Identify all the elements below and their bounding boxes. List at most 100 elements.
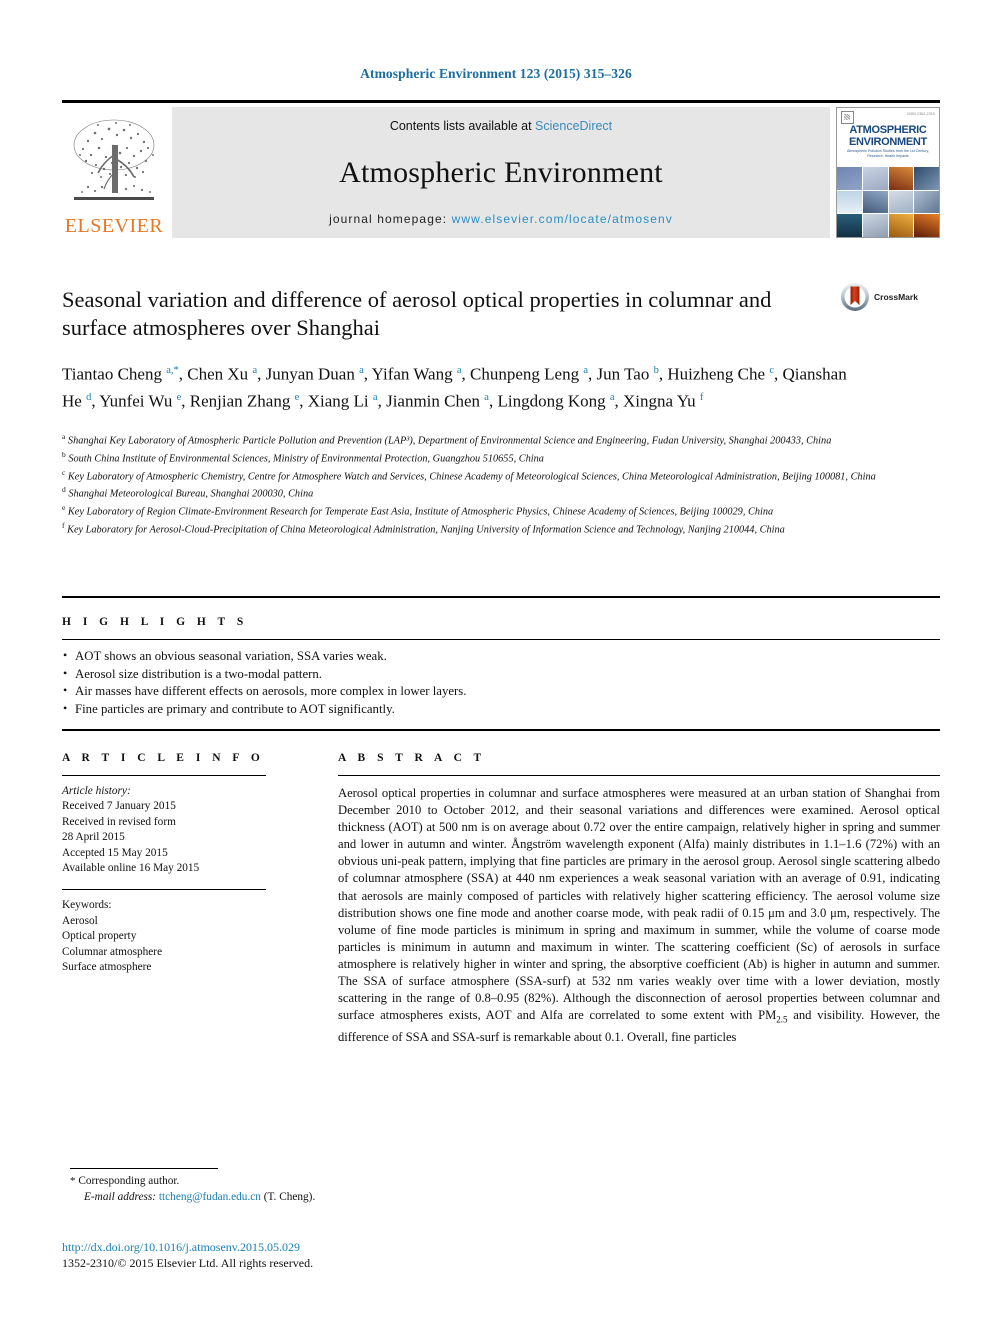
- cover-cell: [837, 167, 862, 190]
- cover-cell: [914, 214, 939, 237]
- journal-article-first-page: Atmospheric Environment 123 (2015) 315–3…: [0, 0, 992, 1323]
- author-name: Chunpeng Leng: [470, 364, 584, 384]
- keyword-item: Optical property: [62, 930, 137, 943]
- article-history-lines: Received 7 January 2015 Received in revis…: [62, 799, 266, 876]
- title-block: Seasonal variation and difference of aer…: [62, 286, 847, 412]
- affiliation-text: Shanghai Meteorological Bureau, Shanghai…: [65, 488, 314, 500]
- cover-elsevier-mark-icon: [841, 111, 854, 124]
- author-affiliation-mark: e: [294, 391, 300, 403]
- page-title: Seasonal variation and difference of aer…: [62, 287, 772, 340]
- author-name: Jianmin Chen: [386, 391, 485, 411]
- author-list: Tiantao Cheng a,*, Chen Xu a, Junyan Dua…: [62, 364, 847, 411]
- cover-title-line1: ATMOSPHERIC: [849, 124, 927, 136]
- affiliation-text: Shanghai Key Laboratory of Atmospheric P…: [65, 435, 832, 447]
- author-name: Jun Tao: [596, 364, 654, 384]
- cover-cell: [888, 167, 914, 190]
- affiliation-text: Key Laboratory of Region Climate-Environ…: [65, 506, 774, 518]
- cover-subtitle: Atmospheric Pollution Studies from the 1…: [846, 149, 930, 158]
- article-history-line: Received 7 January 2015: [62, 800, 176, 813]
- author-affiliation-mark: a: [456, 365, 462, 376]
- abstract-divider: [338, 775, 940, 776]
- highlights-heading: H I G H L I G H T S: [62, 616, 248, 628]
- corresponding-author-note: * Corresponding author. E-mail address: …: [70, 1174, 550, 1205]
- email-line: E-mail address: ttcheng@fudan.edu.cn (T.…: [70, 1190, 550, 1206]
- affiliation-entry: a Shanghai Key Laboratory of Atmospheric…: [62, 430, 932, 448]
- author-affiliation-mark: d: [86, 391, 92, 403]
- contents-prefix: Contents lists available at: [389, 119, 536, 133]
- affiliation-text: Key Laboratory of Atmospheric Chemistry,…: [65, 471, 876, 483]
- author-affiliation-mark: e: [176, 391, 182, 403]
- running-head: Atmospheric Environment 123 (2015) 315–3…: [360, 66, 632, 81]
- author-name: Junyan Duan: [265, 364, 360, 384]
- author-affiliation-mark: a,*: [166, 365, 179, 376]
- highlight-item: Air masses have different effects on aer…: [62, 682, 940, 701]
- cover-cell: [914, 190, 939, 214]
- author-affiliation-mark: a: [583, 365, 589, 376]
- author-affiliation-mark: c: [769, 365, 774, 376]
- cover-corner-note: ISSN 1352-2310: [907, 112, 935, 116]
- elsevier-tree-icon: [73, 119, 155, 200]
- crossmark-badge[interactable]: CrossMark: [840, 282, 918, 312]
- cover-cell: [837, 214, 862, 237]
- cover-cell: [888, 190, 914, 214]
- doi-link[interactable]: http://dx.doi.org/10.1016/j.atmosenv.201…: [62, 1240, 300, 1254]
- crossmark-icon: [841, 283, 869, 311]
- author-name: Chen Xu: [187, 364, 253, 384]
- author-name: Xiang Li: [307, 391, 373, 411]
- abstract-subscript: 2.5: [776, 1014, 788, 1025]
- journal-name: Atmospheric Environment: [339, 155, 663, 189]
- elsevier-logo: ELSEVIER: [62, 107, 166, 238]
- sciencedirect-link[interactable]: ScienceDirect: [535, 119, 612, 133]
- corresponding-label: Corresponding author.: [78, 1175, 180, 1187]
- contents-line: Contents lists available at ScienceDirec…: [390, 119, 612, 133]
- cover-cell: [837, 190, 862, 214]
- affiliation-entry: f Key Laboratory for Aerosol-Cloud-Preci…: [62, 519, 932, 537]
- article-info-section: A R T I C L E I N F O Article history: R…: [62, 752, 266, 975]
- article-history: Article history: Received 7 January 2015…: [62, 784, 266, 876]
- article-history-line: Available online 16 May 2015: [62, 862, 200, 875]
- article-history-line: 28 April 2015: [62, 831, 125, 844]
- highlight-item: Fine particles are primary and contribut…: [62, 700, 940, 719]
- cover-photo-grid: [837, 167, 939, 237]
- author-name: Tiantao Cheng: [62, 364, 167, 384]
- keywords-divider: [62, 889, 266, 891]
- affiliation-entry: b South China Institute of Environmental…: [62, 448, 932, 466]
- abstract-section: A B S T R A C T Aerosol optical properti…: [338, 752, 940, 1059]
- abstract-text: Aerosol optical properties in columnar a…: [338, 786, 940, 1044]
- author-affiliation-mark: a: [609, 391, 615, 403]
- affiliation-entry: c Key Laboratory of Atmospheric Chemistr…: [62, 466, 932, 484]
- cover-cell: [888, 214, 914, 237]
- author-email-link[interactable]: ttcheng@fudan.edu.cn: [159, 1191, 261, 1203]
- journal-band: Contents lists available at ScienceDirec…: [172, 107, 830, 238]
- author-affiliation-mark: a: [252, 365, 258, 376]
- affiliation-entry: e Key Laboratory of Region Climate-Envir…: [62, 501, 932, 519]
- journal-homepage-link[interactable]: www.elsevier.com/locate/atmosenv: [452, 212, 673, 226]
- journal-cover-thumbnail: ISSN 1352-2310 ATMOSPHERIC ENVIRONMENT A…: [836, 107, 940, 238]
- corresponding-star: *: [70, 1175, 76, 1187]
- author-name: Yifan Wang: [371, 364, 457, 384]
- journal-homepage-line: journal homepage: www.elsevier.com/locat…: [329, 212, 673, 226]
- author-affiliation-mark: f: [699, 391, 704, 403]
- cover-cell: [914, 167, 939, 190]
- author-affiliation-mark: a: [359, 365, 364, 376]
- footnote-divider: [70, 1168, 218, 1169]
- affiliation-text: South China Institute of Environmental S…: [65, 453, 544, 465]
- keyword-item: Surface atmosphere: [62, 961, 152, 974]
- article-history-label: Article history:: [62, 785, 131, 797]
- crossmark-label: CrossMark: [874, 292, 918, 302]
- journal-masthead: ELSEVIER Contents lists available at Sci…: [62, 100, 940, 238]
- affiliation-text: Key Laboratory for Aerosol-Cloud-Precipi…: [64, 524, 785, 536]
- elsevier-wordmark: ELSEVIER: [64, 215, 164, 237]
- keyword-item: Columnar atmosphere: [62, 945, 163, 958]
- keywords-block: Keywords: Aerosol Optical property Columna…: [62, 898, 266, 975]
- author-affiliation-mark: a: [372, 391, 378, 403]
- abstract-heading: A B S T R A C T: [338, 752, 486, 764]
- article-history-line: Accepted 15 May 2015: [62, 846, 168, 859]
- article-info-heading: A R T I C L E I N F O: [62, 752, 265, 764]
- author-name: Yunfei Wu: [99, 391, 177, 411]
- article-history-line: Received in revised form: [62, 815, 176, 828]
- cover-title: ATMOSPHERIC ENVIRONMENT: [837, 124, 939, 148]
- article-info-divider: [62, 775, 266, 776]
- email-label: E-mail address:: [84, 1190, 157, 1203]
- highlights-list: AOT shows an obvious seasonal variation,…: [62, 647, 940, 719]
